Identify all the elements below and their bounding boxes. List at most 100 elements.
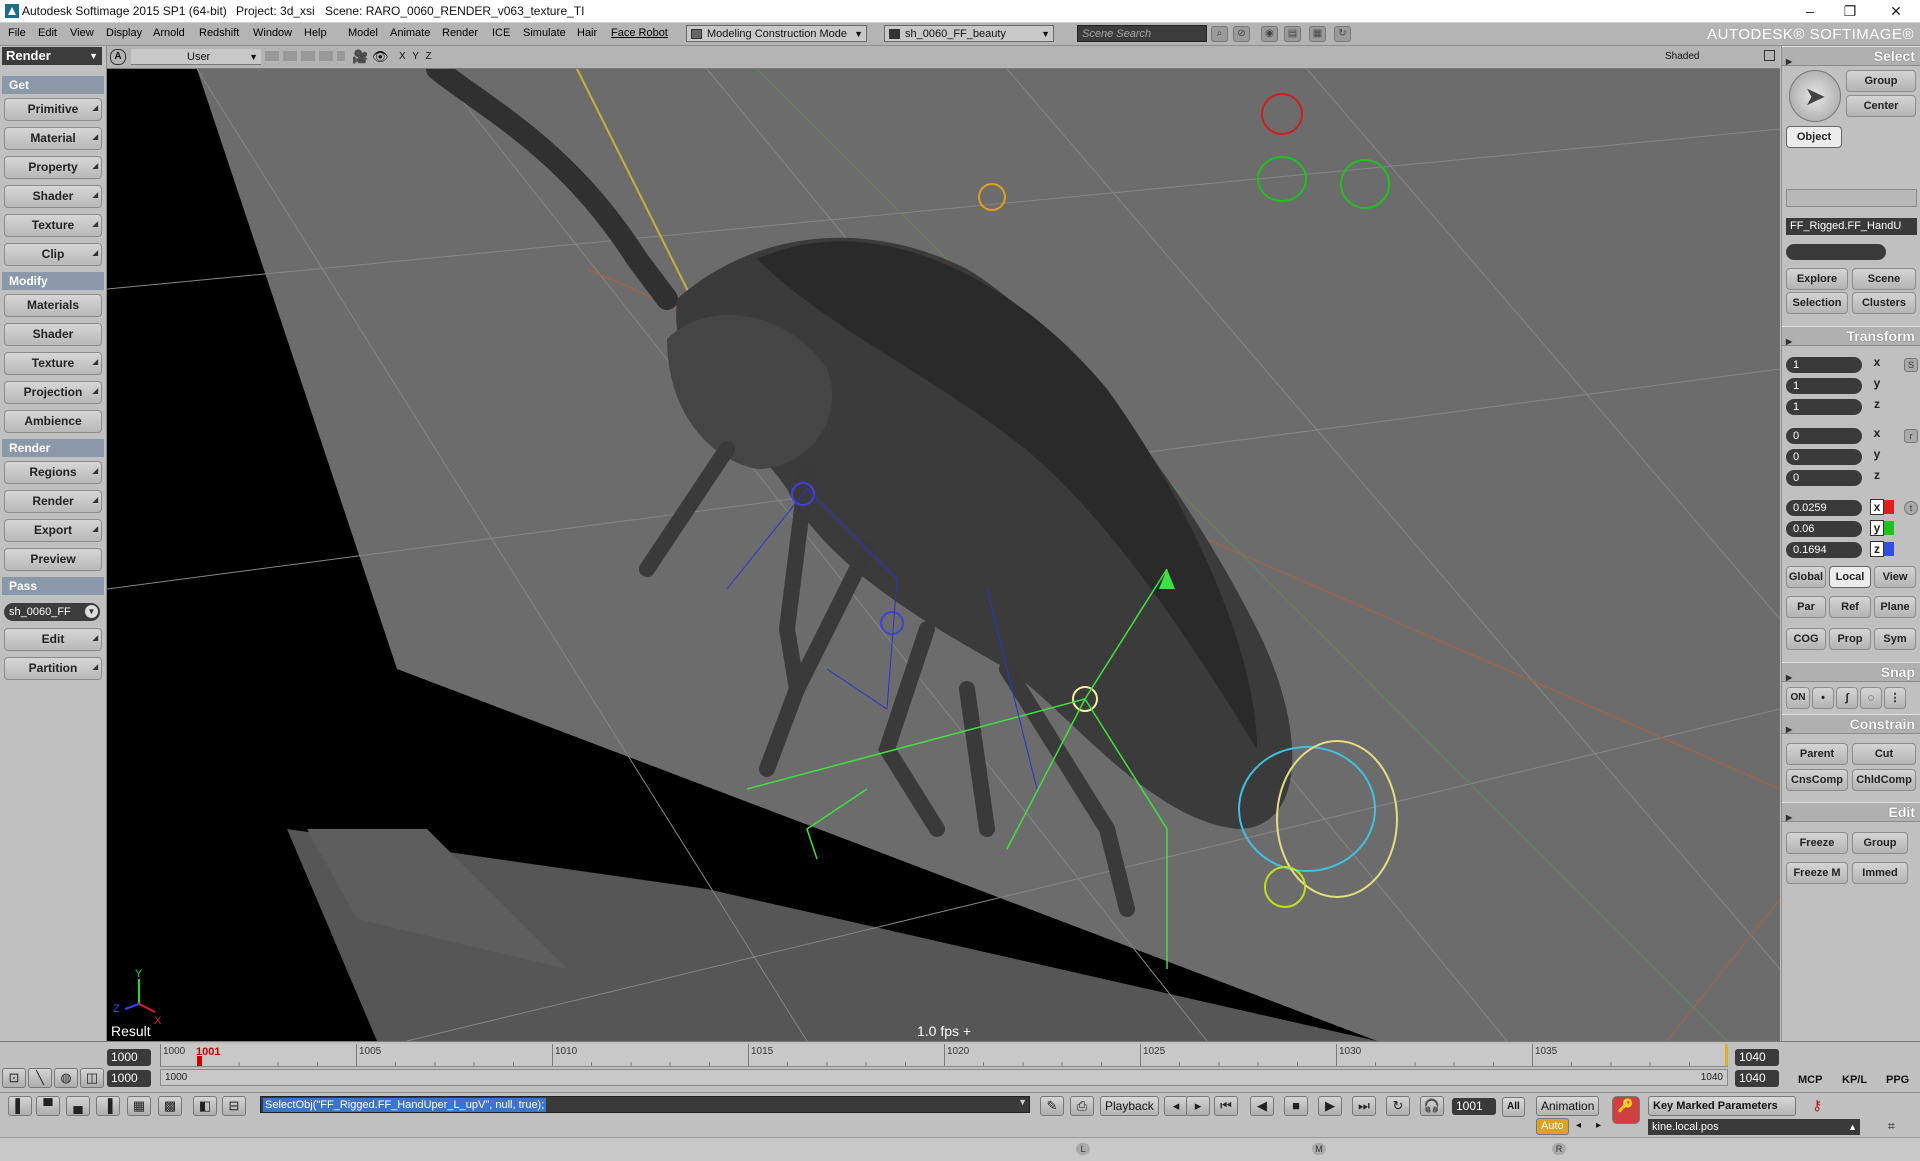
menu-model[interactable]: Model bbox=[348, 27, 378, 39]
translation-x-field[interactable]: 0.0259 bbox=[1786, 500, 1862, 516]
scale-z-field[interactable]: 1 bbox=[1786, 399, 1862, 415]
selected-object-field[interactable]: FF_Rigged.FF_HandU bbox=[1786, 218, 1917, 235]
viewport-axis-labels[interactable]: X Y Z bbox=[399, 51, 434, 62]
freeze-button[interactable]: Freeze bbox=[1786, 832, 1848, 854]
menu-simulate[interactable]: Simulate bbox=[523, 27, 566, 39]
snap-surface-icon[interactable]: ◌ bbox=[1860, 687, 1882, 709]
menu-window[interactable]: Window bbox=[253, 27, 292, 39]
projection-button[interactable]: Projection ◢ bbox=[4, 381, 102, 404]
scale-y-field[interactable]: 1 bbox=[1786, 378, 1862, 394]
snap-grid-icon[interactable]: ⋮ bbox=[1884, 687, 1906, 709]
view-space-button[interactable]: View bbox=[1874, 566, 1916, 588]
snap-panel-title[interactable]: ▶ Snap bbox=[1782, 662, 1920, 682]
menu-redshift[interactable]: Redshift bbox=[199, 27, 239, 39]
previous-key-icon[interactable]: ◂ bbox=[1164, 1096, 1188, 1116]
cut-button[interactable]: Cut bbox=[1852, 743, 1916, 765]
cnscomp-button[interactable]: CnsComp bbox=[1786, 769, 1848, 791]
scale-y-label[interactable]: y bbox=[1870, 376, 1884, 392]
rotation-x-label[interactable]: x bbox=[1870, 426, 1884, 442]
select-panel-title[interactable]: ▶ Select bbox=[1782, 46, 1920, 66]
snap-on-toggle[interactable]: ON bbox=[1786, 687, 1810, 709]
rotation-y-field[interactable]: 0 bbox=[1786, 449, 1862, 465]
export-button[interactable]: Export ◢ bbox=[4, 519, 102, 542]
par-button[interactable]: Par bbox=[1786, 596, 1826, 618]
play-forward-icon[interactable]: ▶ bbox=[1318, 1096, 1342, 1116]
layout-script-icon[interactable]: ⊟ bbox=[222, 1096, 246, 1116]
all-button[interactable]: All bbox=[1502, 1097, 1525, 1117]
next-key-icon[interactable]: ▸ bbox=[1186, 1096, 1210, 1116]
regions-button[interactable]: Regions ◢ bbox=[4, 461, 102, 484]
pass-edit-button[interactable]: Edit ◢ bbox=[4, 628, 102, 651]
viewport-visibility-toggles[interactable] bbox=[265, 51, 345, 61]
layout-grid-icon[interactable]: ▩ bbox=[158, 1096, 182, 1116]
rotation-x-field[interactable]: 0 bbox=[1786, 428, 1862, 444]
select-object-button[interactable]: Object bbox=[1786, 126, 1842, 148]
scale-z-label[interactable]: z bbox=[1870, 397, 1884, 413]
freeze-m-button[interactable]: Freeze M bbox=[1786, 862, 1848, 884]
modify-shader-button[interactable]: Shader bbox=[4, 323, 102, 346]
render-button[interactable]: Render ◢ bbox=[4, 490, 102, 513]
auto-key-toggle[interactable]: Auto bbox=[1536, 1118, 1569, 1135]
shader-button[interactable]: Shader ◢ bbox=[4, 185, 102, 208]
translation-z-label[interactable]: z bbox=[1870, 541, 1884, 557]
scale-x-field[interactable]: 1 bbox=[1786, 357, 1862, 373]
restore-button[interactable]: ❐ bbox=[1828, 0, 1872, 22]
view-tool-icon[interactable]: ⊡ bbox=[2, 1068, 26, 1088]
scale-x-label[interactable]: x bbox=[1870, 355, 1884, 371]
current-frame-marker[interactable] bbox=[197, 1056, 202, 1066]
layout-quad-icon[interactable]: ▦ bbox=[127, 1096, 151, 1116]
next-keyframe-icon[interactable]: ▸ bbox=[1596, 1120, 1601, 1131]
layout-left-icon[interactable]: ▌ bbox=[8, 1096, 32, 1116]
select-center-button[interactable]: Center bbox=[1846, 95, 1916, 117]
key-icon[interactable]: ⚷ bbox=[1812, 1097, 1822, 1114]
viewport-letter[interactable]: A bbox=[110, 49, 126, 65]
timeline-range-slider[interactable]: 1000 1040 bbox=[160, 1069, 1728, 1086]
cog-button[interactable]: COG bbox=[1786, 628, 1826, 650]
parent-button[interactable]: Parent bbox=[1786, 743, 1848, 765]
local-space-button[interactable]: Local bbox=[1829, 566, 1871, 588]
pass-select[interactable]: sh_0060_FF_beauty ▼ bbox=[884, 25, 1054, 42]
selection-button[interactable]: Selection bbox=[1786, 292, 1848, 314]
menu-display[interactable]: Display bbox=[106, 27, 142, 39]
tab-ppg[interactable]: PPG bbox=[1886, 1074, 1909, 1086]
camera-icon[interactable]: 🎥 bbox=[352, 49, 368, 65]
layout-top-icon[interactable]: ▀ bbox=[36, 1096, 60, 1116]
chldcomp-button[interactable]: ChldComp bbox=[1852, 769, 1916, 791]
layout-right-icon[interactable]: ▐ bbox=[96, 1096, 120, 1116]
command-line-input[interactable]: SelectObj("FF_Rigged.FF_HandUper_L_upV",… bbox=[260, 1096, 1030, 1113]
eye-icon[interactable]: 👁 bbox=[372, 49, 389, 65]
menu-render[interactable]: Render bbox=[442, 27, 478, 39]
snap-curve-icon[interactable]: ∫ bbox=[1836, 687, 1858, 709]
translation-y-field[interactable]: 0.06 bbox=[1786, 521, 1862, 537]
clusters-button[interactable]: Clusters bbox=[1852, 292, 1916, 314]
translation-z-field[interactable]: 0.1694 bbox=[1786, 542, 1862, 558]
marked-parameters-field[interactable]: kine.local.pos ▲ bbox=[1648, 1119, 1860, 1135]
scale-tool-icon[interactable]: S bbox=[1904, 358, 1918, 372]
menu-arnold[interactable]: Arnold bbox=[153, 27, 185, 39]
animation-menu[interactable]: Animation bbox=[1536, 1096, 1600, 1116]
clear-search-icon[interactable]: ⊘ bbox=[1233, 26, 1250, 42]
loop-icon[interactable]: ↻ bbox=[1386, 1096, 1410, 1116]
brush-tool-icon[interactable]: ╲ bbox=[28, 1068, 52, 1088]
menu-ice[interactable]: ICE bbox=[492, 27, 510, 39]
snapshot-icon[interactable]: ⎙ bbox=[1070, 1096, 1094, 1116]
minimize-button[interactable]: – bbox=[1788, 0, 1832, 22]
translate-tool-icon[interactable]: t bbox=[1904, 501, 1918, 515]
translation-x-label[interactable]: x bbox=[1870, 499, 1884, 515]
property-button[interactable]: Property ◢ bbox=[4, 156, 102, 179]
current-frame-field[interactable]: 1001 bbox=[1452, 1098, 1496, 1115]
modify-texture-button[interactable]: Texture ◢ bbox=[4, 352, 102, 375]
pass-combo[interactable]: sh_0060_FF ▼ bbox=[4, 603, 100, 621]
menu-view[interactable]: View bbox=[70, 27, 94, 39]
selection-filter-field[interactable] bbox=[1786, 244, 1886, 260]
timeline-start-field[interactable]: 1000 bbox=[107, 1049, 151, 1066]
menu-hair[interactable]: Hair bbox=[577, 27, 597, 39]
previous-keyframe-icon[interactable]: ◂ bbox=[1576, 1120, 1581, 1131]
view-icon[interactable]: ◉ bbox=[1261, 26, 1278, 42]
timeline-ruler[interactable]: 1000 1005 1010 1015 1020 1025 1030 1035 … bbox=[160, 1044, 1728, 1067]
range-start-field[interactable]: 1000 bbox=[107, 1070, 151, 1087]
immed-button[interactable]: Immed bbox=[1852, 862, 1908, 884]
menu-animate[interactable]: Animate bbox=[390, 27, 430, 39]
first-frame-icon[interactable]: ⏮ bbox=[1214, 1096, 1238, 1116]
menu-face-robot[interactable]: Face Robot bbox=[611, 27, 668, 39]
